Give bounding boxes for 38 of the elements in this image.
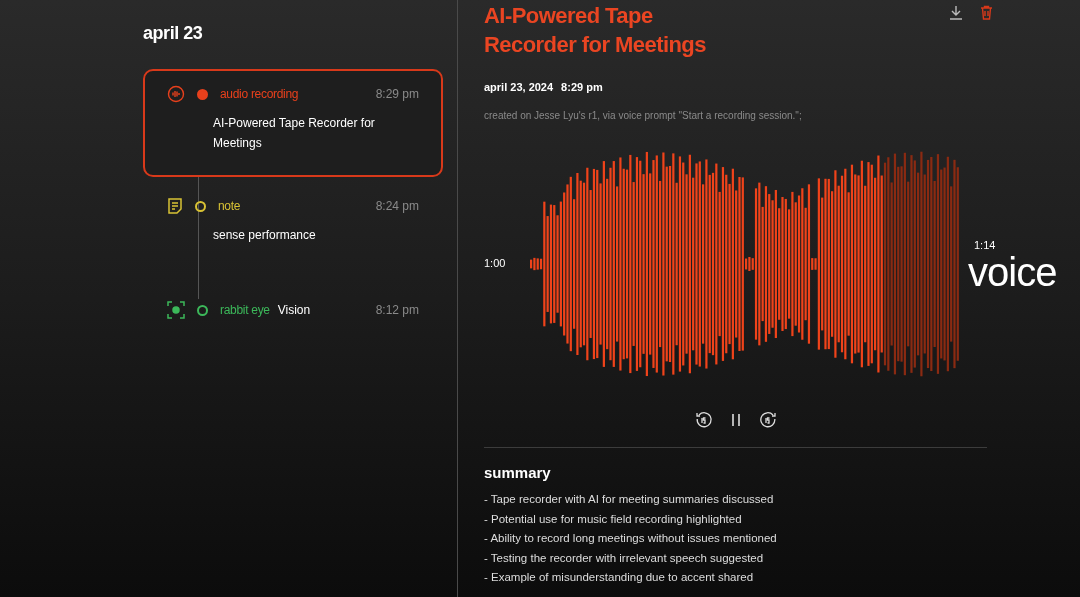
timeline-item[interactable]: rabbit eye Vision 8:12 pm (143, 297, 443, 371)
item-type: rabbit eye (220, 302, 270, 319)
summary-line: - Potential use for music field recording highlighted (484, 511, 743, 527)
item-type: note (218, 198, 241, 215)
item-title: Vision (277, 302, 311, 319)
timeline-item[interactable]: note 8:24 pm sense performance (143, 193, 443, 297)
scan-eye-icon (167, 301, 185, 319)
voice-overlay-text: voice (968, 251, 1057, 292)
rewind-icon (694, 410, 713, 429)
summary-heading: summary (484, 462, 552, 483)
forward-icon (758, 410, 777, 429)
download-button[interactable] (948, 4, 964, 20)
note-icon (167, 197, 183, 215)
date-heading: april 23 (143, 22, 204, 45)
item-title: sense performance (213, 227, 317, 244)
summary-line: - Testing the recorder with irrelevant speech suggested (484, 550, 765, 566)
item-time: 8:29 pm (375, 86, 419, 103)
summary-line: - Tape recorder with AI for meeting summaries discussed (484, 492, 775, 507)
item-title: AI-Powered Tape Recorder for Meetings (213, 115, 376, 152)
timeline-item[interactable]: audio recording 8:29 pm AI-Powered Tape Recorder for Meetings (143, 69, 443, 177)
end-time: 1:14 (974, 238, 997, 254)
recording-date: april 23, 2024 (484, 80, 554, 95)
item-type: audio recording (220, 86, 299, 103)
recording-time: 8:29 pm (561, 80, 603, 95)
delete-button[interactable] (978, 4, 994, 20)
pause-icon (730, 412, 741, 427)
rewind-15-button[interactable] (694, 410, 713, 429)
summary-line: - Example of misunderstanding due to accent shared (484, 570, 755, 585)
start-time: 1:00 (484, 256, 507, 272)
summary-line: - Ability to record long meetings without issues mentioned (484, 531, 778, 546)
item-time: 8:12 pm (375, 302, 419, 319)
recording-title: AI-Powered Tape Recorder for Meetings (484, 2, 707, 59)
waveform-circle-icon (167, 85, 185, 103)
forward-15-button[interactable] (758, 410, 777, 429)
download-icon (949, 4, 963, 20)
trash-icon (979, 4, 993, 20)
item-time: 8:24 pm (375, 198, 419, 215)
source-note: created on Jesse Lyu's r1, via voice prompt "Start a recording session."; (484, 108, 803, 123)
